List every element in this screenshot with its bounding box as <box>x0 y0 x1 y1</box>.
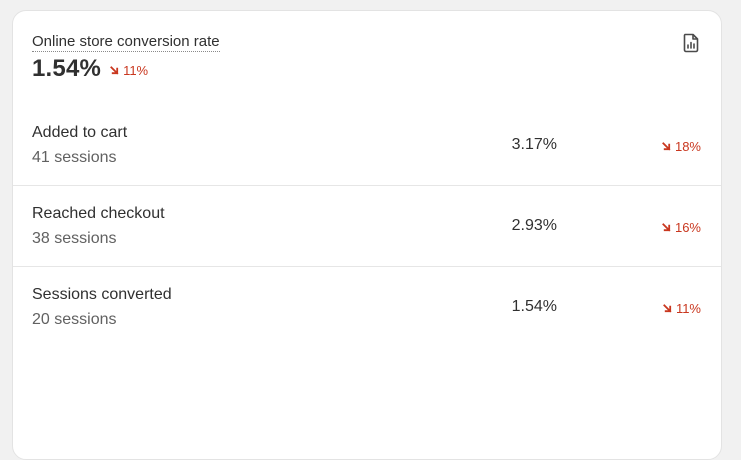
row-label: Reached checkout <box>32 205 165 222</box>
row-sessions: 38 sessions <box>32 230 117 247</box>
row-value: 3.17% <box>511 136 557 153</box>
row-sessions: 20 sessions <box>32 311 117 328</box>
row-label: Sessions converted <box>32 286 172 303</box>
funnel-row-sessions-converted: Sessions converted 20 sessions 1.54% 11% <box>13 267 721 348</box>
metric-delta-value: 11% <box>123 62 149 78</box>
arrow-down-right-icon <box>662 142 671 151</box>
card-header: Online store conversion rate 1.54% 11% <box>32 33 220 83</box>
report-document-icon[interactable] <box>679 31 703 55</box>
funnel-row-added-to-cart: Added to cart 41 sessions 3.17% 18% <box>13 105 721 186</box>
funnel-rows: Added to cart 41 sessions 3.17% 18% Reac… <box>13 105 721 348</box>
arrow-down-right-icon <box>663 304 672 313</box>
row-value: 2.93% <box>511 217 557 234</box>
metric-delta: 11% <box>110 63 148 78</box>
funnel-row-reached-checkout: Reached checkout 38 sessions 2.93% 16% <box>13 186 721 267</box>
row-delta: 16% <box>662 220 701 235</box>
metric-title[interactable]: Online store conversion rate <box>32 33 220 52</box>
row-delta-value: 16% <box>674 220 701 235</box>
row-value: 1.54% <box>511 298 557 315</box>
row-delta: 11% <box>663 301 701 316</box>
arrow-down-right-icon <box>110 65 119 74</box>
metric-summary: 1.54% 11% <box>32 55 220 83</box>
row-delta: 18% <box>662 139 701 154</box>
row-label: Added to cart <box>32 124 128 141</box>
arrow-down-right-icon <box>662 223 671 232</box>
row-delta-value: 11% <box>675 301 701 316</box>
row-delta-value: 18% <box>674 139 701 154</box>
row-sessions: 41 sessions <box>32 149 117 166</box>
metric-value: 1.54% <box>32 55 102 82</box>
conversion-rate-card: Online store conversion rate 1.54% 11% A… <box>12 10 722 460</box>
